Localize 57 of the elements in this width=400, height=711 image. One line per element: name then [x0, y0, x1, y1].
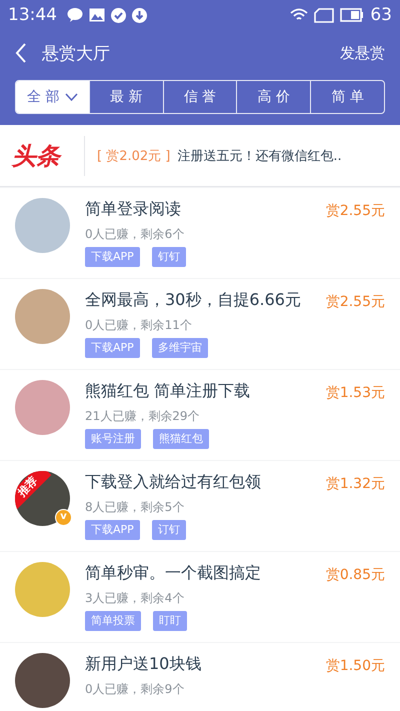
- task-reward: 赏1.50元: [326, 657, 385, 676]
- task-row[interactable]: 全网最高，30秒，自提6.66元 0人已赚，剩余11个 下载APP 多维宇宙 赏2.55元: [0, 279, 400, 369]
- filter-tab[interactable]: 最 新: [88, 81, 163, 113]
- task-tag: 盯盯: [153, 611, 187, 631]
- status-time: 13:44: [8, 5, 57, 25]
- verified-badge: v: [55, 509, 72, 526]
- task-stats: 0人已赚，剩余9个: [85, 681, 186, 697]
- task-row[interactable]: 新用户送10块钱 0人已赚，剩余9个 赏1.50元: [0, 643, 400, 711]
- task-stats: 0人已赚，剩余11个: [85, 317, 193, 333]
- task-stats: 0人已赚，剩余6个: [85, 226, 186, 242]
- task-tag: 订钉: [152, 520, 186, 540]
- image-icon: [89, 8, 105, 22]
- ad-banner[interactable]: 头条 [ 赏2.02元 ] 注册送五元！还有微信红包..: [0, 125, 400, 187]
- filter-tab[interactable]: 信 誉: [162, 81, 236, 113]
- toutiao-logo: 头条: [12, 140, 63, 172]
- task-reward: 赏2.55元: [326, 293, 385, 312]
- check-icon: [111, 8, 126, 22]
- task-tag: 简单投票: [85, 611, 141, 631]
- task-reward: 赏0.85元: [326, 566, 385, 585]
- task-row[interactable]: 推荐 v 下载登入就给过有红包领 8人已赚，剩余5个 下载APP 订钉 赏1.32元: [0, 461, 400, 551]
- recommend-ribbon: 推荐: [15, 471, 52, 510]
- task-tag: 熊猫红包: [153, 429, 209, 449]
- task-title: 简单秒审。一个截图搞定: [85, 562, 262, 584]
- task-tag: 钉钉: [152, 247, 186, 267]
- banner-reward: [ 赏2.02元 ]: [97, 148, 170, 164]
- battery-icon: [340, 8, 364, 22]
- task-reward: 赏1.32元: [326, 475, 385, 494]
- task-tag: 多维宇宙: [152, 338, 208, 358]
- sim-card-icon: [314, 8, 334, 22]
- task-row[interactable]: 熊猫红包 简单注册下载 21人已赚，剩余29个 账号注册 熊猫红包 赏1.53元: [0, 370, 400, 460]
- task-title: 新用户送10块钱: [85, 653, 202, 675]
- task-stats: 3人已赚，剩余4个: [85, 590, 186, 606]
- task-tag: 下载APP: [85, 247, 140, 267]
- task-title: 全网最高，30秒，自提6.66元: [85, 289, 302, 311]
- task-title: 下载登入就给过有红包领: [85, 471, 262, 493]
- task-reward: 赏1.53元: [326, 384, 385, 403]
- download-icon: [132, 8, 147, 22]
- filter-tab[interactable]: 简 单: [310, 81, 384, 113]
- back-icon[interactable]: [15, 43, 27, 63]
- chat-icon: [67, 8, 83, 22]
- task-row[interactable]: 简单秒审。一个截图搞定 3人已赚，剩余4个 简单投票 盯盯 赏0.85元: [0, 552, 400, 642]
- task-tag: 下载APP: [85, 338, 140, 358]
- battery-level: 63: [370, 5, 392, 25]
- task-row[interactable]: 简单登录阅读 0人已赚，剩余6个 下载APP 钉钉 赏2.55元: [0, 188, 400, 278]
- task-reward: 赏2.55元: [326, 202, 385, 221]
- banner-text: 注册送五元！还有微信红包..: [177, 148, 342, 164]
- filter-tab[interactable]: 全 部: [16, 81, 89, 113]
- task-tag: 账号注册: [85, 429, 141, 449]
- task-title: 熊猫红包 简单注册下载: [85, 380, 252, 402]
- post-reward-link[interactable]: 发悬赏: [340, 44, 385, 62]
- page-title: 悬赏大厅: [42, 42, 110, 64]
- task-tag: 下载APP: [85, 520, 140, 540]
- task-stats: 21人已赚，剩余29个: [85, 408, 201, 424]
- task-title: 简单登录阅读: [85, 198, 182, 220]
- task-stats: 8人已赚，剩余5个: [85, 499, 186, 515]
- wifi-icon: [290, 8, 308, 22]
- filter-tab[interactable]: 高 价: [236, 81, 310, 113]
